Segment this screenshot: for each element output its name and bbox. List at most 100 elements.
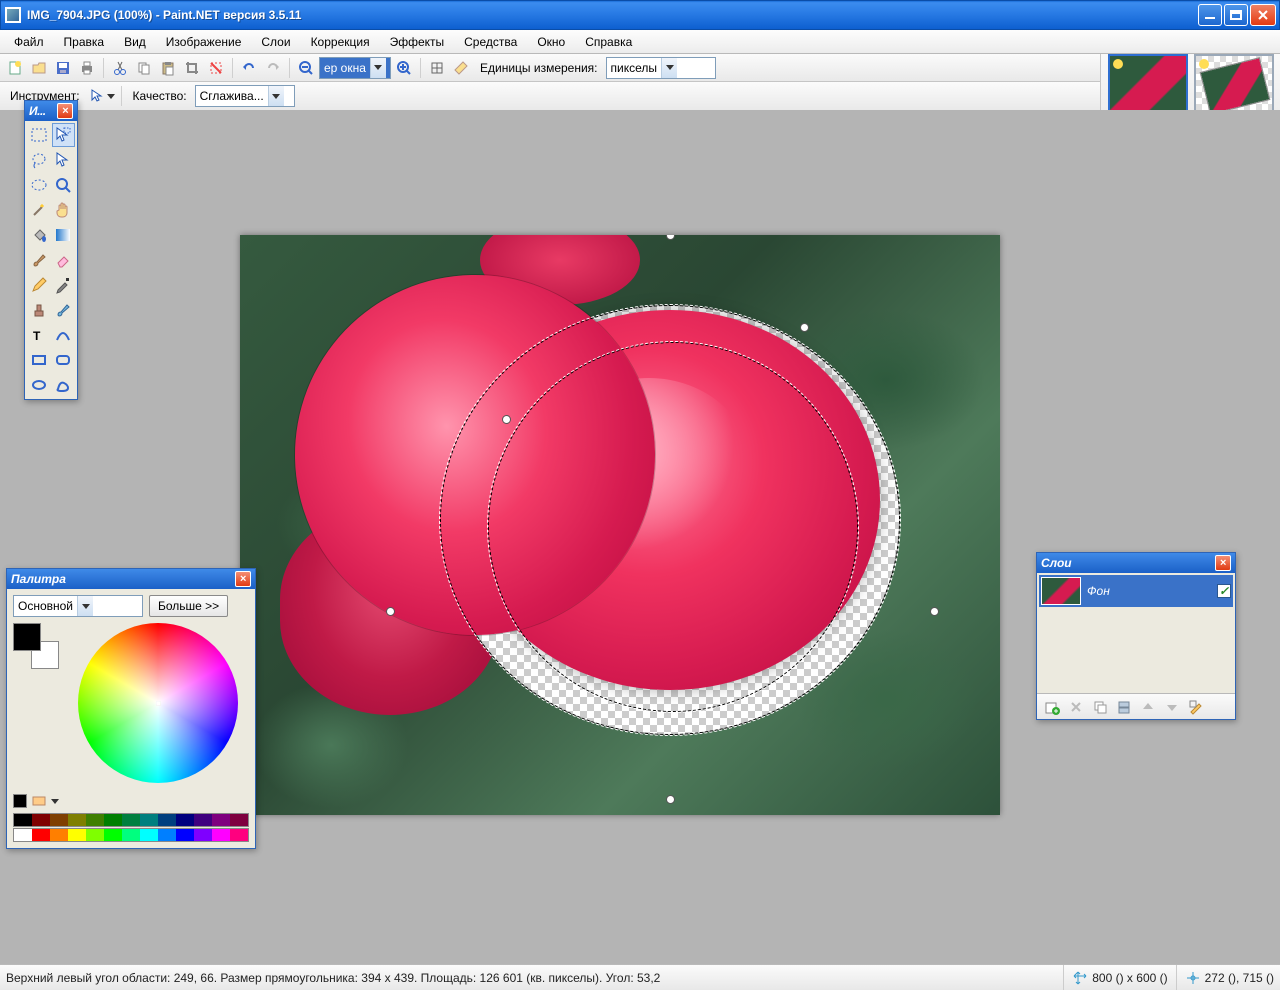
tool-color-picker[interactable] (52, 273, 76, 297)
layer-merge-button[interactable] (1113, 696, 1135, 718)
tool-move[interactable] (52, 148, 76, 172)
tool-eraser[interactable] (52, 248, 76, 272)
layers-panel[interactable]: Слои× Фон ✓ (1036, 552, 1236, 720)
tool-rectangle[interactable] (27, 348, 51, 372)
deselect-button[interactable] (205, 57, 227, 79)
swatch[interactable] (68, 829, 86, 841)
close-icon[interactable]: × (1215, 555, 1231, 571)
layer-row[interactable]: Фон ✓ (1039, 575, 1233, 607)
layer-visibility-checkbox[interactable]: ✓ (1217, 584, 1231, 598)
swatch-strip-1[interactable] (13, 813, 249, 827)
color-wheel-cursor[interactable] (156, 701, 161, 706)
copy-button[interactable] (133, 57, 155, 79)
tool-rounded-rect[interactable] (52, 348, 76, 372)
menu-layers[interactable]: Слои (251, 30, 300, 53)
menu-file[interactable]: Файл (4, 30, 54, 53)
tool-picker[interactable] (88, 85, 116, 107)
swatch[interactable] (14, 829, 32, 841)
swatch[interactable] (104, 814, 122, 826)
swatch[interactable] (230, 814, 248, 826)
window-minimize-button[interactable] (1198, 4, 1222, 26)
redo-button[interactable] (262, 57, 284, 79)
paste-button[interactable] (157, 57, 179, 79)
tools-panel-header[interactable]: И...× (25, 101, 77, 121)
close-icon[interactable]: × (235, 571, 251, 587)
swatch[interactable] (230, 829, 248, 841)
menu-tools[interactable]: Средства (454, 30, 527, 53)
layer-delete-button[interactable] (1065, 696, 1087, 718)
layer-duplicate-button[interactable] (1089, 696, 1111, 718)
crop-button[interactable] (181, 57, 203, 79)
menu-effects[interactable]: Эффекты (380, 30, 455, 53)
units-combo[interactable]: пикселы (606, 57, 716, 79)
tool-recolor[interactable] (52, 298, 76, 322)
tool-pencil[interactable] (27, 273, 51, 297)
add-swatch-button[interactable] (13, 794, 27, 808)
menu-help[interactable]: Справка (575, 30, 642, 53)
zoom-in-button[interactable] (393, 57, 415, 79)
tool-rect-select[interactable] (27, 123, 51, 147)
color-mode-combo[interactable]: Основной (13, 595, 143, 617)
tool-pan[interactable] (52, 198, 76, 222)
quality-combo[interactable]: Сглажива... (195, 85, 295, 107)
more-button[interactable]: Больше >> (149, 595, 228, 617)
swatch[interactable] (122, 829, 140, 841)
layers-panel-header[interactable]: Слои× (1037, 553, 1235, 573)
menu-adjust[interactable]: Коррекция (301, 30, 380, 53)
new-button[interactable] (4, 57, 26, 79)
swatch[interactable] (212, 814, 230, 826)
palette-panel-header[interactable]: Палитра× (7, 569, 255, 589)
menu-view[interactable]: Вид (114, 30, 156, 53)
swatch[interactable] (50, 829, 68, 841)
swatch[interactable] (158, 814, 176, 826)
swatch[interactable] (14, 814, 32, 826)
color-wheel[interactable] (78, 623, 238, 783)
swatch[interactable] (50, 814, 68, 826)
canvas[interactable] (240, 235, 1000, 815)
thumbnail-2[interactable] (1194, 54, 1274, 114)
palette-panel[interactable]: Палитра× Основной Больше >> (6, 568, 256, 849)
selection-handle[interactable] (502, 415, 511, 424)
swatch[interactable] (158, 829, 176, 841)
selection-handle[interactable] (800, 323, 809, 332)
tools-panel[interactable]: И...× T (24, 100, 78, 400)
tool-paint-bucket[interactable] (27, 223, 51, 247)
layer-up-button[interactable] (1137, 696, 1159, 718)
close-icon[interactable]: × (57, 103, 73, 119)
tool-line[interactable] (52, 323, 76, 347)
window-maximize-button[interactable] (1224, 4, 1248, 26)
layer-properties-button[interactable] (1185, 696, 1207, 718)
layer-down-button[interactable] (1161, 696, 1183, 718)
swatch[interactable] (140, 829, 158, 841)
window-close-button[interactable] (1250, 4, 1276, 26)
tool-freeform[interactable] (52, 373, 76, 397)
selection-handle[interactable] (666, 795, 675, 804)
tool-text[interactable]: T (27, 323, 51, 347)
swatch[interactable] (104, 829, 122, 841)
tool-zoom[interactable] (52, 173, 76, 197)
tool-brush[interactable] (27, 248, 51, 272)
cut-button[interactable] (109, 57, 131, 79)
foreground-color[interactable] (13, 623, 41, 651)
tool-move-selection[interactable] (52, 123, 76, 147)
tool-gradient[interactable] (52, 223, 76, 247)
grid-button[interactable] (426, 57, 448, 79)
thumbnail-1[interactable] (1108, 54, 1188, 114)
tool-magic-wand[interactable] (27, 198, 51, 222)
swatch[interactable] (122, 814, 140, 826)
swatch[interactable] (176, 829, 194, 841)
save-button[interactable] (52, 57, 74, 79)
swatch[interactable] (32, 829, 50, 841)
selection-handle[interactable] (930, 607, 939, 616)
menu-edit[interactable]: Правка (54, 30, 115, 53)
swatch[interactable] (212, 829, 230, 841)
swatch[interactable] (86, 829, 104, 841)
menu-image[interactable]: Изображение (156, 30, 252, 53)
zoom-combo[interactable]: ер окна (319, 57, 391, 79)
fg-bg-swatch[interactable] (13, 623, 59, 669)
tool-ellipse-select[interactable] (27, 173, 51, 197)
open-button[interactable] (28, 57, 50, 79)
tool-clone[interactable] (27, 298, 51, 322)
zoom-out-button[interactable] (295, 57, 317, 79)
rulers-button[interactable] (450, 57, 472, 79)
